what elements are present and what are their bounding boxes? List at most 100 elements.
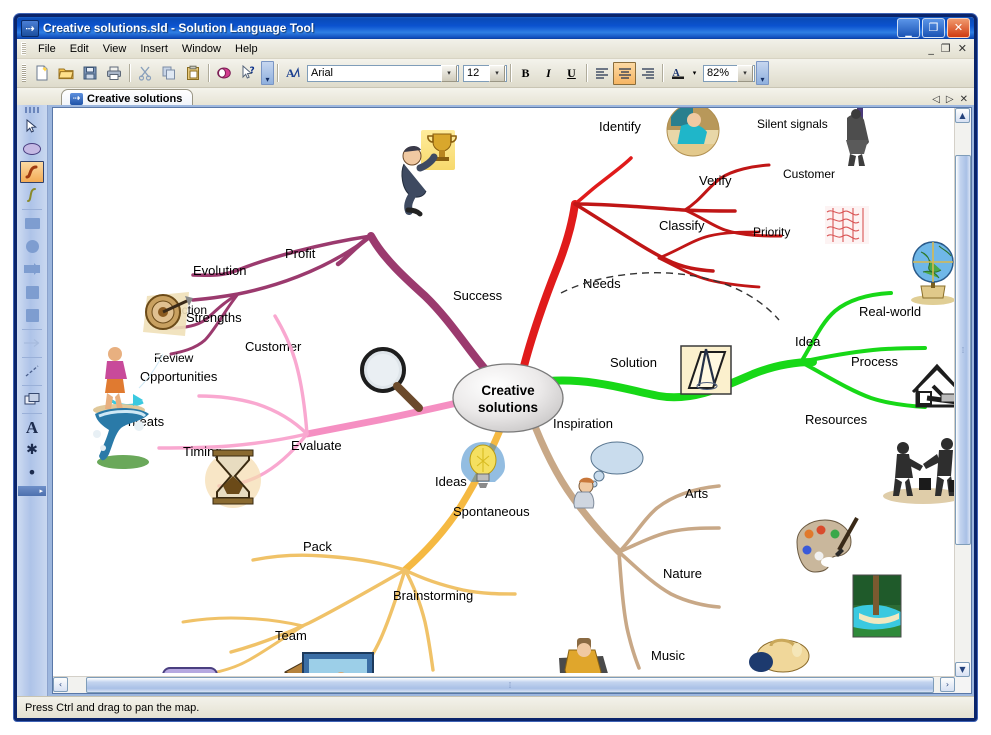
label-profit[interactable]: Profit (285, 246, 316, 261)
label-inspiration[interactable]: Inspiration (553, 416, 613, 431)
cut-icon[interactable] (133, 61, 157, 85)
image-spontaneous-figure[interactable] (559, 638, 611, 673)
image-strengths-target[interactable] (143, 292, 193, 336)
square-tool[interactable] (20, 281, 44, 303)
tab-prev-icon[interactable]: ◁ (932, 94, 940, 105)
font-style-icon[interactable]: A (281, 61, 305, 85)
ellipse-tool[interactable] (20, 138, 44, 160)
line-tool[interactable] (20, 360, 44, 382)
branch-inspiration[interactable]: Inspiration Arts Nature Music (527, 412, 902, 673)
vertical-scroll-track[interactable]: ⁞ (955, 123, 971, 662)
branch-ideas[interactable]: Ideas Pack Team Spontaneous Brainstormin… (95, 414, 611, 673)
label-customer-needs[interactable]: Customer (783, 167, 835, 181)
save-icon[interactable] (78, 61, 102, 85)
image-music-headphones[interactable] (749, 638, 810, 673)
chevron-down-icon-3[interactable]: ▾ (737, 64, 753, 82)
mdi-minimize-button[interactable]: _ (928, 42, 934, 55)
image-evaluate-magnifier[interactable] (360, 347, 423, 412)
label-brainstorming[interactable]: Brainstorming (393, 588, 473, 603)
arrow-connector-tool[interactable] (20, 332, 44, 354)
align-center-button[interactable] (613, 61, 636, 85)
label-process[interactable]: Process (851, 354, 898, 369)
tab-next-icon[interactable]: ▷ (946, 94, 954, 105)
mindmap-canvas[interactable]: Success Profit Evolution Satisfaction Re… (53, 108, 955, 677)
scroll-left-button[interactable]: ‹ (53, 677, 68, 692)
rectangle-tool[interactable] (20, 212, 44, 234)
label-identify[interactable]: Identify (599, 119, 641, 134)
zoom-combo[interactable]: 82% ▾ (703, 64, 755, 82)
label-team[interactable]: Team (275, 628, 307, 643)
scroll-down-button[interactable]: ▼ (955, 662, 970, 677)
image-solution-drafting[interactable] (680, 345, 732, 395)
label-music[interactable]: Music (651, 648, 685, 663)
image-arts-palette[interactable] (796, 517, 859, 573)
horizontal-scrollbar[interactable]: ‹ ⁞ › (53, 676, 955, 693)
image-silent-signal-figure[interactable] (846, 108, 869, 166)
select-pointer-tool[interactable] (20, 115, 44, 137)
branch-evaluate[interactable]: Evaluate Strengths Opportunities Threats… (93, 292, 475, 508)
vertical-scroll-thumb[interactable]: ⁞ (955, 155, 971, 545)
image-process-tools[interactable] (911, 363, 955, 408)
image-trophy-man[interactable] (401, 130, 457, 217)
layers-tool[interactable] (20, 388, 44, 410)
label-silent-signals[interactable]: Silent signals (757, 117, 828, 131)
font-color-button[interactable]: A (666, 62, 689, 85)
mdi-close-button[interactable]: ✕ (958, 42, 967, 55)
align-right-button[interactable] (636, 62, 659, 85)
horizontal-scroll-thumb[interactable]: ⁞ (86, 677, 934, 693)
image-threats-tornado[interactable] (93, 408, 149, 469)
help-pointer-icon[interactable]: ? (236, 61, 260, 85)
text-tool[interactable]: A (20, 416, 44, 438)
maximize-button[interactable]: ❐ (922, 18, 945, 38)
circle-tool[interactable] (20, 235, 44, 257)
label-review[interactable]: Review (154, 351, 194, 365)
horizontal-scroll-track[interactable]: ⁞ (68, 677, 940, 693)
label-evolution[interactable]: Evolution (193, 263, 246, 278)
menu-gripper[interactable] (21, 42, 26, 55)
scroll-up-button[interactable]: ▲ (955, 108, 970, 123)
italic-button[interactable]: I (537, 62, 560, 85)
image-resources-workers[interactable] (883, 438, 955, 504)
curve-branch-tool[interactable] (20, 161, 44, 183)
menu-window[interactable]: Window (175, 41, 228, 57)
chevron-down-icon-2[interactable]: ▾ (489, 64, 505, 82)
copy-icon[interactable] (157, 61, 181, 85)
image-identify-teacher[interactable] (666, 108, 720, 157)
palette-more-button[interactable]: ▸ (18, 486, 46, 496)
menu-edit[interactable]: Edit (63, 41, 96, 57)
new-document-icon[interactable] (30, 61, 54, 85)
filled-square-tool[interactable] (20, 304, 44, 326)
vertical-scrollbar[interactable]: ▲ ⁞ ▼ (954, 108, 971, 677)
label-success[interactable]: Success (453, 288, 503, 303)
label-strengths[interactable]: Strengths (186, 310, 242, 325)
chevron-down-icon[interactable]: ▾ (441, 64, 457, 82)
palette-gripper[interactable] (25, 107, 39, 113)
label-arts[interactable]: Arts (685, 486, 709, 501)
label-needs[interactable]: Needs (583, 276, 621, 291)
close-button[interactable]: ✕ (947, 18, 970, 38)
menu-insert[interactable]: Insert (133, 41, 175, 57)
dot-tool[interactable]: • (20, 462, 44, 484)
label-evaluate[interactable]: Evaluate (291, 438, 342, 453)
label-resources[interactable]: Resources (805, 412, 868, 427)
label-solution[interactable]: Solution (610, 355, 657, 370)
branch-success[interactable]: Success Profit Evolution Satisfaction Re… (145, 130, 503, 384)
menu-help[interactable]: Help (228, 41, 265, 57)
block-arrow-tool[interactable] (20, 258, 44, 280)
label-spontaneous[interactable]: Spontaneous (453, 504, 530, 519)
menu-view[interactable]: View (96, 41, 134, 57)
mdi-restore-button[interactable]: ❐ (941, 42, 951, 55)
image-real-world-globe[interactable] (911, 241, 955, 305)
label-idea[interactable]: Idea (795, 334, 821, 349)
image-team-laptop[interactable] (302, 652, 374, 673)
paste-icon[interactable] (181, 61, 205, 85)
font-family-combo[interactable]: Arial ▾ (307, 64, 459, 82)
format-toolbar-overflow-button[interactable]: ▾ (756, 61, 769, 85)
eraser-icon[interactable] (212, 61, 236, 85)
align-left-button[interactable] (590, 62, 613, 85)
toolbar-gripper[interactable] (22, 64, 26, 82)
image-priority-scribble[interactable] (825, 206, 869, 244)
resize-corner[interactable] (955, 677, 971, 693)
image-nature-photo[interactable] (852, 574, 902, 638)
underline-button[interactable]: U (560, 62, 583, 85)
